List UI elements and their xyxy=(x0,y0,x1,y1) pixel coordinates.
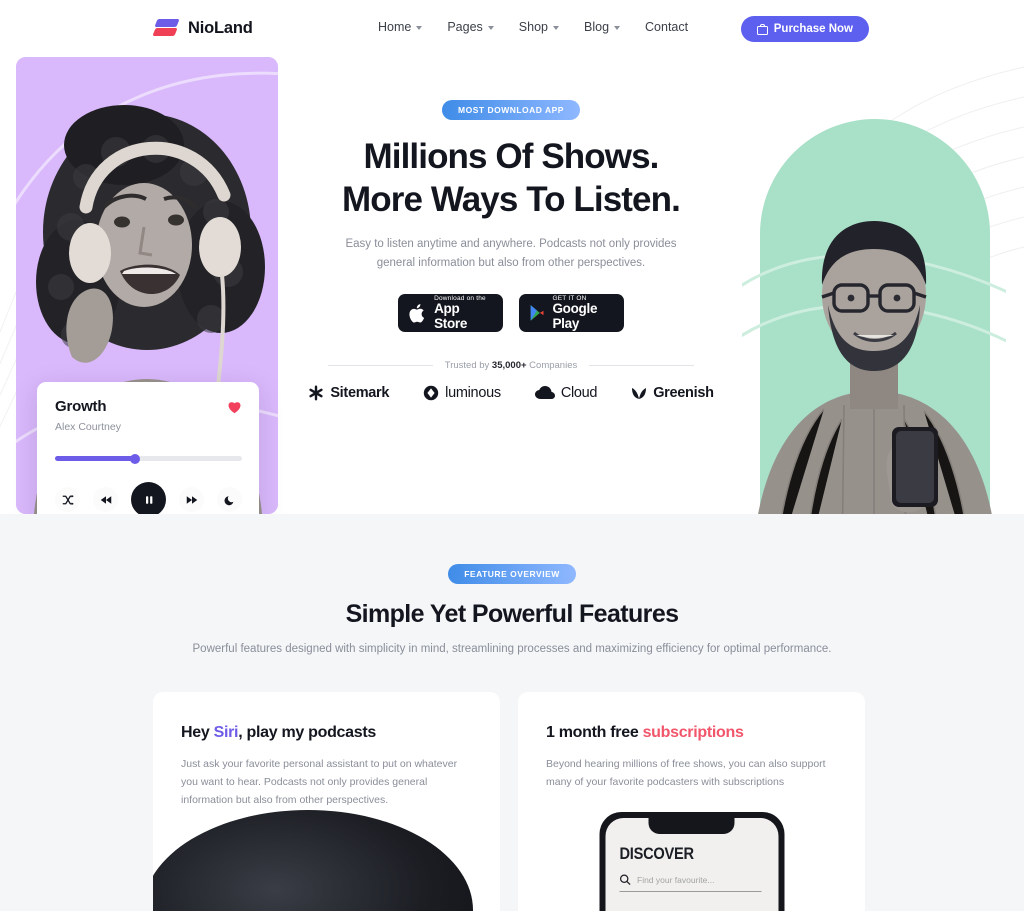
features-heading: Simple Yet Powerful Features xyxy=(345,600,679,628)
app-store-button[interactable]: Download on the App Store xyxy=(398,294,503,333)
greenish-icon xyxy=(632,387,647,399)
logo-luminous: luminous xyxy=(423,385,501,401)
logo-label: Cloud xyxy=(560,385,598,402)
logo-label: Sitemark xyxy=(330,385,390,402)
logo-cloud: Cloud xyxy=(534,385,598,402)
logo-sitemark: Sitemark xyxy=(308,385,389,401)
feature-card-title: 1 month free subscriptions xyxy=(546,724,837,742)
feature-card-siri[interactable]: Hey Siri, play my podcasts Just ask your… xyxy=(153,692,500,911)
feature-card-body: Beyond hearing millions of free shows, y… xyxy=(546,758,826,789)
purchase-now-button[interactable]: Purchase Now xyxy=(740,16,869,42)
title-part-1: Hey xyxy=(181,724,214,741)
nav-item-pages[interactable]: Pages xyxy=(447,20,494,34)
hero-heading-line2: More Ways To Listen. xyxy=(342,179,681,219)
features-badge: FEATURE OVERVIEW xyxy=(448,564,576,584)
search-icon xyxy=(619,874,630,885)
site-header: NioLand Home Pages Shop Blog Contact Pur… xyxy=(0,0,1024,57)
cloud-icon xyxy=(534,386,555,400)
nav-item-blog[interactable]: Blog xyxy=(584,20,621,34)
features-header: FEATURE OVERVIEW Simple Yet Powerful Fea… xyxy=(0,514,1024,658)
heart-icon[interactable] xyxy=(227,400,242,414)
now-playing-card: Growth Alex Courtney xyxy=(37,382,259,514)
chevron-down-icon xyxy=(416,26,423,30)
nav-label: Home xyxy=(378,20,412,34)
hero-image-right xyxy=(742,109,1006,514)
hero-paragraph: Easy to listen anytime and anywhere. Pod… xyxy=(345,238,677,270)
phone-search-placeholder: Find your favourite... xyxy=(637,874,715,885)
hero-section: Growth Alex Courtney MOST DOWNLOAD APP M… xyxy=(0,57,1024,514)
divider-left xyxy=(327,365,433,367)
apple-icon xyxy=(409,303,425,323)
nav-label: Contact xyxy=(645,20,689,34)
moon-icon[interactable] xyxy=(217,487,242,512)
hero-heading-line1: Millions Of Shows. xyxy=(363,137,660,176)
nav-item-shop[interactable]: Shop xyxy=(519,20,559,34)
logo-label: Greenish xyxy=(653,385,714,402)
trusted-count: 35,000+ xyxy=(491,360,527,372)
google-play-icon xyxy=(530,305,544,322)
progress-knob[interactable] xyxy=(130,453,141,464)
app-store-big: App Store xyxy=(434,301,468,331)
pause-icon[interactable] xyxy=(131,482,166,514)
chevron-down-icon xyxy=(553,26,559,30)
trusted-text: Trusted by 35,000+ Companies xyxy=(445,360,577,371)
trusted-prefix: Trusted by xyxy=(444,360,492,372)
shuffle-icon[interactable] xyxy=(55,487,80,512)
headphones-image xyxy=(153,810,500,911)
title-accent-siri: Siri xyxy=(213,724,239,741)
brand-name: NioLand xyxy=(188,18,253,37)
nav-label: Blog xyxy=(584,20,610,34)
brand-logo[interactable]: NioLand xyxy=(152,17,253,39)
track-title: Growth xyxy=(55,398,107,415)
phone-notch xyxy=(648,818,735,834)
google-play-big: Google Play xyxy=(552,301,598,331)
main-navigation: Home Pages Shop Blog Contact xyxy=(378,20,688,34)
chevron-down-icon xyxy=(614,26,621,30)
feature-card-subscriptions[interactable]: 1 month free subscriptions Beyond hearin… xyxy=(518,692,865,911)
luminous-icon xyxy=(423,386,439,401)
google-play-button[interactable]: GET IT ON Google Play xyxy=(519,294,624,333)
nav-label: Shop xyxy=(518,20,548,34)
man-with-phone-photo xyxy=(742,221,1006,514)
title-part-3: , play my podcasts xyxy=(238,724,376,741)
progress-bar[interactable] xyxy=(55,453,242,464)
feature-cards: Hey Siri, play my podcasts Just ask your… xyxy=(0,692,1024,911)
progress-fill xyxy=(55,456,136,461)
feature-card-body: Just ask your favorite personal assistan… xyxy=(181,758,458,807)
forward-icon[interactable] xyxy=(179,487,204,512)
track-artist: Alex Courtney xyxy=(55,421,121,433)
divider-right xyxy=(589,365,695,367)
nav-item-contact[interactable]: Contact xyxy=(645,20,688,34)
hero-badge: MOST DOWNLOAD APP xyxy=(442,100,580,120)
logo-greenish: Greenish xyxy=(631,385,714,402)
nav-item-home[interactable]: Home xyxy=(378,20,423,34)
client-logos: Sitemark luminous Cloud Greenish xyxy=(282,385,740,401)
sitemark-icon xyxy=(309,385,323,401)
purchase-now-label: Purchase Now xyxy=(773,23,853,35)
discover-heading: DISCOVER xyxy=(619,844,694,863)
google-play-text: GET IT ON Google Play xyxy=(552,295,614,332)
feature-card-title: Hey Siri, play my podcasts xyxy=(181,724,472,742)
title-part-1: 1 month free xyxy=(546,724,643,741)
shopping-bag-icon xyxy=(756,23,768,35)
nav-label: Pages xyxy=(447,20,483,34)
player-controls xyxy=(55,482,242,514)
phone-mockup: DISCOVER Find your favourite... xyxy=(599,812,784,911)
landing-page: NioLand Home Pages Shop Blog Contact Pur… xyxy=(0,0,1024,911)
app-store-text: Download on the App Store xyxy=(434,295,493,332)
trusted-row: Trusted by 35,000+ Companies xyxy=(282,360,740,371)
hero-heading: Millions Of Shows. More Ways To Listen. xyxy=(282,136,740,221)
nioland-logo-icon xyxy=(152,17,180,39)
features-paragraph: Powerful features designed with simplici… xyxy=(192,643,832,655)
store-buttons: Download on the App Store GET IT ON Goog… xyxy=(282,294,740,333)
phone-search-field[interactable]: Find your favourite... xyxy=(619,874,761,892)
phone-screen: DISCOVER Find your favourite... xyxy=(605,818,778,911)
logo-label: luminous xyxy=(445,385,501,402)
hero-content: MOST DOWNLOAD APP Millions Of Shows. Mor… xyxy=(282,100,740,401)
title-accent-subscriptions: subscriptions xyxy=(642,724,744,741)
chevron-down-icon xyxy=(487,26,494,30)
rewind-icon[interactable] xyxy=(93,487,118,512)
trusted-suffix: Companies xyxy=(526,360,578,372)
